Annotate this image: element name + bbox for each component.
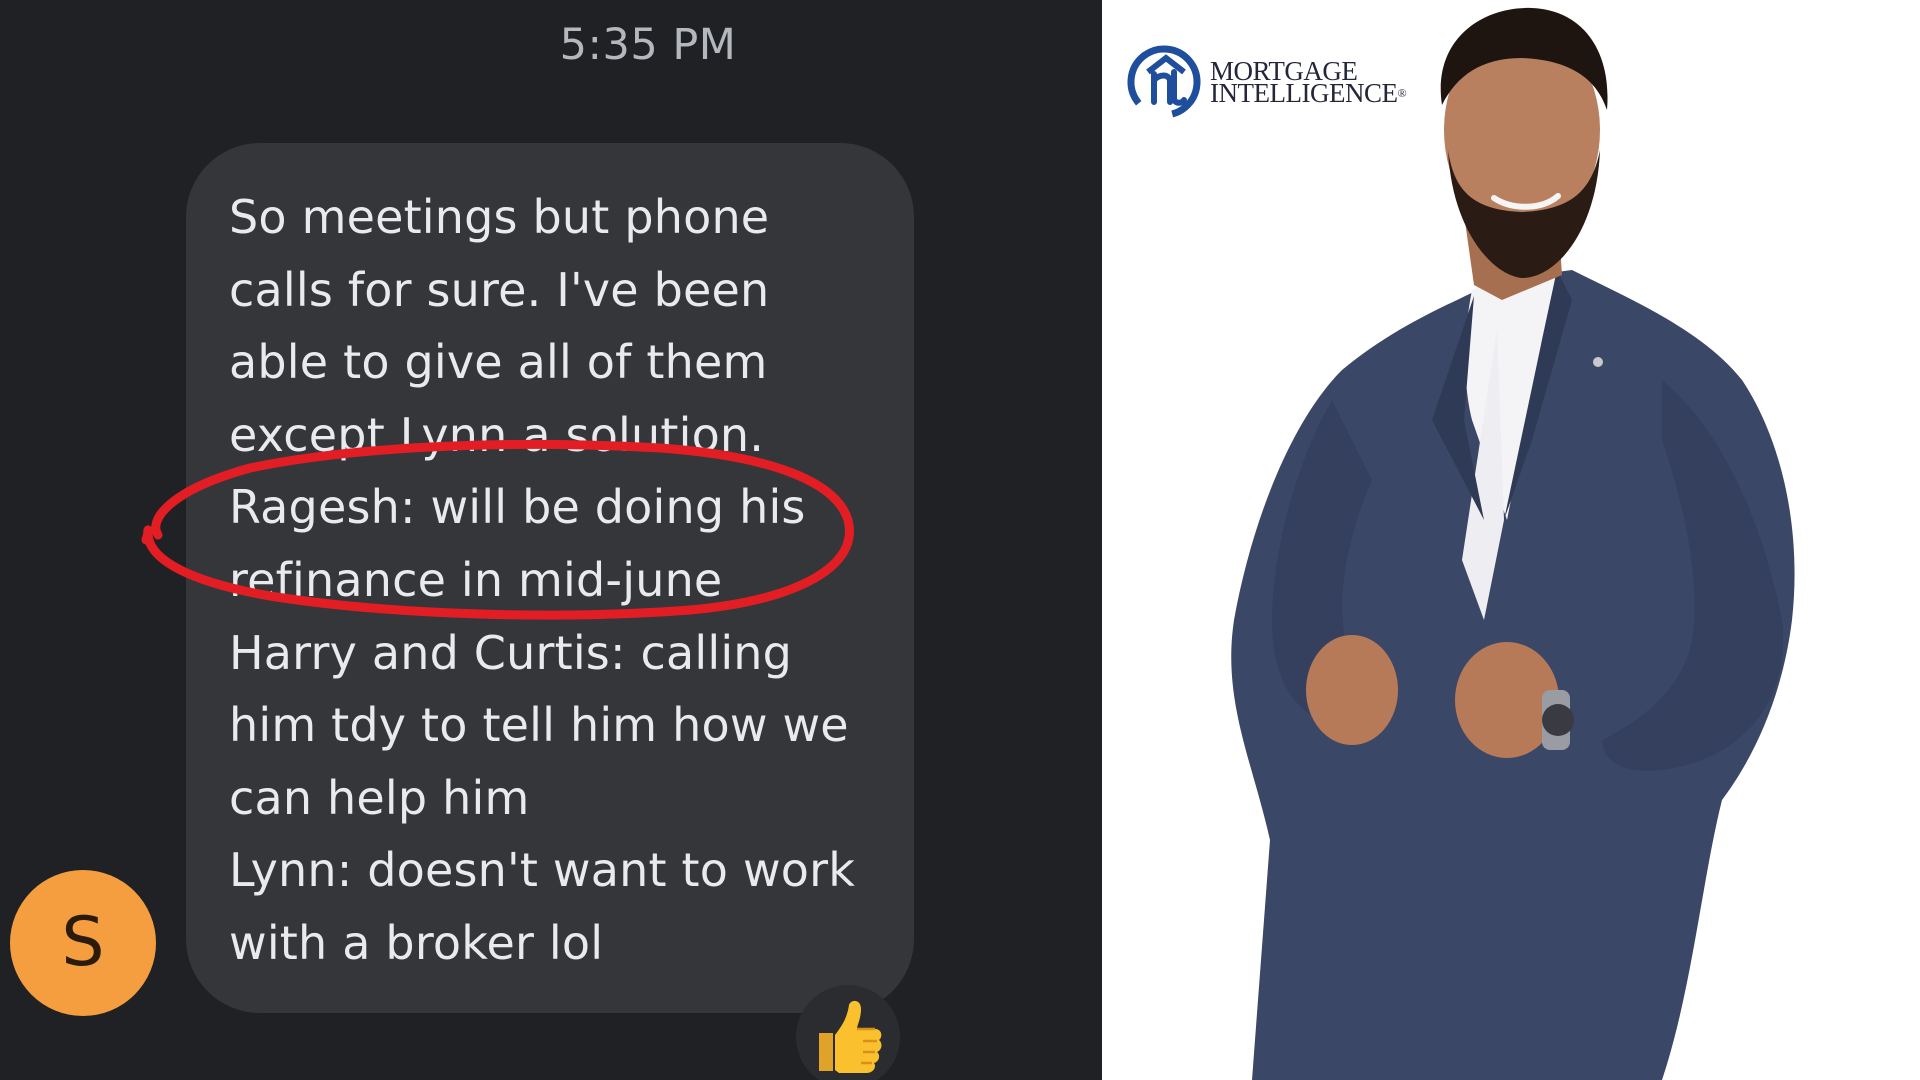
sender-initial: S: [61, 903, 105, 982]
man-in-suit-photo: [1231, 7, 1795, 1080]
screenshot-collage: 5:35 PM So meetings but phone calls for …: [0, 0, 1920, 1080]
message-text: So meetings but phone calls for sure. I'…: [229, 190, 856, 970]
chat-screenshot: 5:35 PM So meetings but phone calls for …: [0, 0, 1102, 1080]
promo-photo-panel: MORTGAGE INTELLIGENCE®: [1102, 0, 1920, 1080]
thumbs-up-reaction[interactable]: [796, 985, 900, 1080]
sender-avatar[interactable]: S: [10, 870, 156, 1016]
message-timestamp: 5:35 PM: [559, 20, 737, 70]
thumbs-up-icon: [819, 1000, 882, 1073]
